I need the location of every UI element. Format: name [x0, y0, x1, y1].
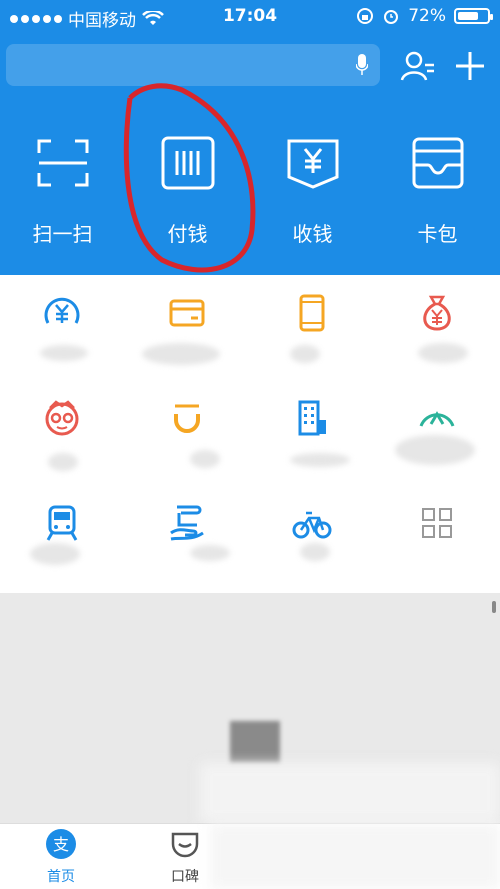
obscured-content: [230, 721, 280, 763]
yuan-gauge-icon: [44, 297, 80, 324]
obscured-content: [200, 763, 500, 823]
annotation-circle: [123, 83, 256, 273]
content-feed[interactable]: [0, 593, 500, 823]
card-icon: [169, 299, 205, 327]
obscured-label: [290, 345, 320, 363]
building-icon: [298, 400, 326, 436]
obscured-label: [300, 543, 330, 561]
svg-text:支: 支: [53, 835, 69, 854]
add-icon[interactable]: [452, 48, 488, 84]
scan-icon: [37, 139, 88, 187]
alarm-icon: [384, 10, 399, 24]
obscured-label: [40, 345, 88, 361]
tab-home[interactable]: 支 首页: [26, 828, 96, 888]
service-grid: [0, 275, 500, 593]
battery-icon: [454, 8, 493, 24]
quick-scan-button[interactable]: 扫一扫: [0, 135, 125, 250]
grid-item[interactable]: [375, 485, 500, 585]
obscured-label: [30, 543, 80, 565]
train-icon: [46, 505, 78, 541]
wallet-icon: [412, 137, 463, 189]
obscured-label: [142, 343, 220, 365]
obscured-label: [190, 450, 220, 468]
arc-meter-icon: [419, 411, 455, 427]
top-header: 中国移动 17:04 72% 扫一扫 付钱 收钱 卡包: [0, 0, 500, 275]
contacts-icon[interactable]: [400, 48, 436, 84]
quick-receive-button[interactable]: 收钱: [250, 135, 375, 250]
battery-fill: [458, 12, 479, 20]
grid-item[interactable]: [0, 485, 125, 585]
glasses-face-icon: [45, 400, 79, 436]
obscured-label: [48, 453, 78, 471]
obscured-content: [210, 824, 500, 889]
tab-home-label: 首页: [47, 869, 75, 885]
alipay-icon: 支: [46, 829, 76, 859]
tab-bar: 支 首页 口碑: [0, 823, 500, 889]
microphone-icon[interactable]: [356, 54, 368, 76]
phone-icon: [299, 294, 325, 332]
battery-percent: 72%: [408, 6, 446, 26]
yuan-receive-icon: [287, 139, 338, 189]
obscured-label: [418, 343, 468, 363]
obscured-label: [290, 453, 350, 467]
bicycle-icon: [292, 511, 332, 539]
grid-item[interactable]: [125, 485, 250, 585]
hand-card-icon: [170, 505, 204, 541]
quick-cardbag-button[interactable]: 卡包: [375, 135, 500, 250]
grid-item[interactable]: [125, 380, 250, 480]
koubei-icon: [171, 832, 199, 858]
didi-icon: [174, 404, 200, 433]
obscured-label: [395, 435, 475, 465]
quick-cardbag-label: 卡包: [417, 222, 458, 246]
quick-scan-label: 扫一扫: [32, 222, 93, 246]
scroll-indicator[interactable]: [492, 601, 496, 613]
obscured-label: [190, 545, 230, 561]
grid-item[interactable]: [250, 485, 375, 585]
money-bag-icon: [423, 295, 451, 331]
quick-receive-label: 收钱: [292, 222, 333, 246]
more-grid-icon: [422, 508, 452, 538]
grid-item[interactable]: [375, 380, 500, 480]
status-bar: 中国移动 17:04 72%: [0, 0, 500, 34]
status-right: 72%: [356, 6, 493, 26]
rotation-lock-icon: [357, 8, 374, 24]
